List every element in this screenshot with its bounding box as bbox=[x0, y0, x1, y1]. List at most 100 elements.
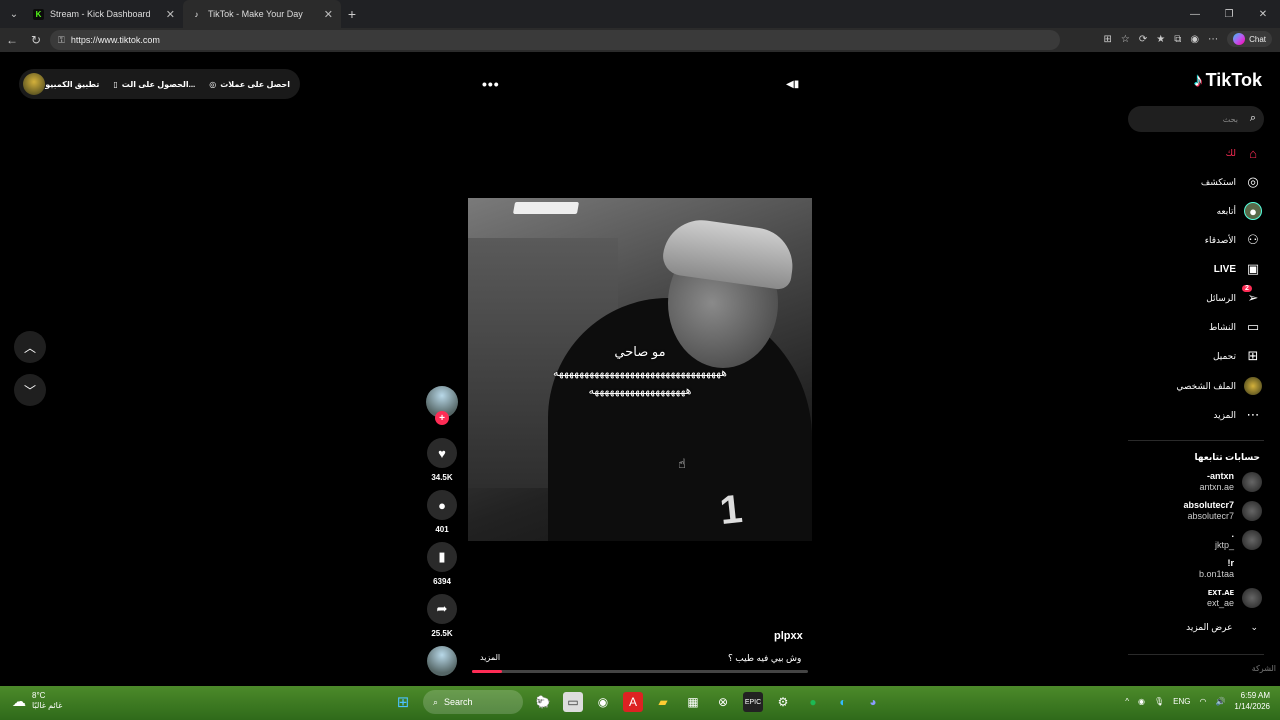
user-avatar[interactable] bbox=[23, 73, 45, 95]
favorites-icon[interactable]: ★ bbox=[1156, 34, 1165, 45]
sidebar-item-label: المزيد bbox=[1213, 409, 1236, 420]
tray-app-icon[interactable]: ◉ bbox=[1138, 697, 1145, 706]
comment-button[interactable]: ● 401 bbox=[425, 490, 459, 534]
share-button[interactable]: ➦ 25.5K bbox=[425, 594, 459, 638]
file-explorer-icon[interactable]: ▰ bbox=[653, 692, 673, 712]
taskbar-search[interactable]: ⌕ Search bbox=[423, 690, 523, 714]
sidebar-item-label: تحميل bbox=[1212, 350, 1236, 361]
like-count: 34.5K bbox=[431, 473, 453, 482]
sidebar-item-profile[interactable]: الملف الشخصي bbox=[1102, 375, 1262, 397]
split-screen-icon[interactable]: ⊞ bbox=[1104, 34, 1112, 45]
tab-list-button[interactable]: ⌄ bbox=[3, 4, 25, 24]
widget-icon[interactable]: 🐑 bbox=[533, 692, 553, 712]
sidebar-item-explore[interactable]: استكشف ◎ bbox=[1102, 171, 1262, 193]
coin-icon: ◎ bbox=[209, 79, 217, 89]
steam-icon[interactable]: ⚙ bbox=[773, 692, 793, 712]
windows-start-icon[interactable]: ⊞ bbox=[393, 692, 413, 712]
tiktok-logo[interactable]: ♪ TikTok bbox=[1194, 70, 1262, 91]
close-icon[interactable]: ✕ bbox=[324, 8, 333, 21]
sidebar-item-for-you[interactable]: لك ⌂ bbox=[1102, 142, 1262, 164]
obs-icon[interactable]: ◉ bbox=[593, 692, 613, 712]
back-icon[interactable]: ← bbox=[0, 33, 24, 47]
copilot-chat-button[interactable]: Chat bbox=[1227, 31, 1272, 47]
chevron-up-icon[interactable]: ^ bbox=[1125, 697, 1129, 706]
video-description: وش بيي فيه طيب ؟ bbox=[728, 653, 802, 663]
get-coins-label: احصل على عملات bbox=[220, 79, 290, 89]
like-button[interactable]: ♥ 34.5K bbox=[425, 438, 459, 482]
sidebar-item-more[interactable]: المزيد ⋯ bbox=[1102, 404, 1262, 426]
restore-button[interactable]: ❐ bbox=[1212, 0, 1246, 28]
sidebar-item-label: الملف الشخصي bbox=[1176, 380, 1236, 391]
new-tab-button[interactable]: + bbox=[341, 6, 363, 22]
followed-account[interactable]: -antxn antxn.ae bbox=[1122, 468, 1262, 496]
followed-account[interactable]: ᴇxᴛ.ᴀᴇ ext_ae bbox=[1122, 584, 1262, 612]
sidebar-item-following[interactable]: أتابعه ● bbox=[1102, 200, 1262, 222]
search-input[interactable]: بحث ⌕ bbox=[1128, 106, 1264, 132]
previous-video-button[interactable]: ︿ bbox=[14, 331, 46, 363]
close-icon[interactable]: ✕ bbox=[166, 8, 175, 21]
chevron-down-icon: ﹀ bbox=[23, 383, 36, 398]
sidebar-item-activity[interactable]: النشاط ▭ bbox=[1102, 316, 1262, 338]
follow-plus-icon[interactable]: + bbox=[435, 411, 449, 425]
system-tray: ^ ◉ 🎙 ENG ◠ 🔊 6:59 AM 1/14/2026 bbox=[1125, 690, 1270, 712]
sound-avatar-button[interactable] bbox=[425, 646, 459, 676]
video-player[interactable]: 1 مو صاحي هههههههههههههههههههههههههههههه… bbox=[468, 198, 812, 541]
account-name: . bbox=[1231, 529, 1234, 539]
microphone-icon[interactable]: 🎙 bbox=[1154, 697, 1164, 706]
minimize-button[interactable]: — bbox=[1178, 0, 1212, 28]
video-progress-bar[interactable] bbox=[472, 670, 808, 673]
discord-icon[interactable]: ◕ bbox=[863, 692, 883, 712]
store-icon[interactable]: ▦ bbox=[683, 692, 703, 712]
epic-games-icon[interactable]: EPIC bbox=[743, 692, 763, 712]
video-options-icon[interactable]: ••• bbox=[482, 76, 500, 92]
close-window-button[interactable]: ✕ bbox=[1246, 0, 1280, 28]
tab-kick[interactable]: K Stream - Kick Dashboard ✕ bbox=[25, 0, 183, 28]
tab-bar: ⌄ K Stream - Kick Dashboard ✕ ♪ TikTok -… bbox=[0, 0, 1280, 28]
language-indicator[interactable]: ENG bbox=[1173, 697, 1190, 706]
tiktok-icon: ♪ bbox=[1193, 70, 1203, 90]
next-video-button[interactable]: ﹀ bbox=[14, 374, 46, 406]
task-view-icon[interactable]: ▭ bbox=[563, 692, 583, 712]
account-name: !r bbox=[1227, 558, 1235, 568]
wifi-icon[interactable]: ◠ bbox=[1199, 697, 1206, 706]
edge-icon[interactable]: ◐ bbox=[833, 692, 853, 712]
company-link[interactable]: الشركة bbox=[1252, 664, 1276, 673]
compass-icon: ◎ bbox=[1247, 174, 1259, 189]
volume-icon[interactable]: ◀▮ bbox=[786, 79, 799, 91]
sidebar-item-friends[interactable]: الأصدقاء ⚇ bbox=[1102, 229, 1262, 251]
comment-icon: ● bbox=[427, 490, 457, 520]
sidebar-item-label: LIVE bbox=[1213, 263, 1236, 275]
weather-widget[interactable]: ☁ 8°C غائم غالبًا bbox=[12, 691, 62, 711]
sidebar-item-upload[interactable]: تحميل ⊞ bbox=[1102, 345, 1262, 367]
extensions-icon[interactable]: ⟳ bbox=[1139, 34, 1147, 45]
spotify-icon[interactable]: ● bbox=[803, 692, 823, 712]
sidebar-item-messages[interactable]: الرسائل ➢ 2 bbox=[1102, 285, 1262, 309]
see-more-link[interactable]: عرض المزيد ⌄ bbox=[1186, 622, 1258, 633]
more-description-link[interactable]: المزيد bbox=[480, 653, 500, 662]
site-info-icon[interactable]: ⚿ bbox=[58, 35, 65, 46]
search-icon[interactable]: ⌕ bbox=[1250, 112, 1256, 125]
refresh-icon[interactable]: ↻ bbox=[24, 33, 48, 47]
account-handle: ext_ae bbox=[1206, 598, 1234, 608]
get-app-link[interactable]: ▯ الحصول على الت... bbox=[113, 80, 195, 89]
speaker-icon[interactable]: 🔊 bbox=[1215, 697, 1225, 706]
menu-dots-icon[interactable]: ⋯ bbox=[1208, 34, 1218, 45]
followed-account[interactable]: !r b.on1taa bbox=[1122, 555, 1262, 583]
window-controls: — ❐ ✕ bbox=[1178, 0, 1280, 28]
video-author[interactable]: plpxx bbox=[774, 630, 803, 642]
save-button[interactable]: ▮ 6394 bbox=[425, 542, 459, 586]
followed-account[interactable]: . jktp_ bbox=[1122, 526, 1262, 554]
url-field[interactable]: ⚿ https://www.tiktok.com bbox=[50, 30, 1060, 50]
creator-avatar-button[interactable]: + bbox=[425, 386, 459, 425]
collections-icon[interactable]: ⧉ bbox=[1174, 34, 1181, 45]
sidebar-item-live[interactable]: LIVE ▣ bbox=[1102, 258, 1262, 280]
xbox-icon[interactable]: ⊗ bbox=[713, 692, 733, 712]
tab-tiktok[interactable]: ♪ TikTok - Make Your Day ✕ bbox=[183, 0, 341, 28]
clock[interactable]: 6:59 AM 1/14/2026 bbox=[1234, 690, 1270, 712]
get-coins-link[interactable]: ◎ احصل على عملات bbox=[209, 80, 290, 89]
profile-avatar-icon[interactable]: ◉ bbox=[1190, 34, 1199, 45]
followed-account[interactable]: absolutecr7 absolutecr7 bbox=[1122, 497, 1262, 525]
adobe-icon[interactable]: A bbox=[623, 692, 643, 712]
favorite-star-icon[interactable]: ☆ bbox=[1121, 34, 1130, 45]
avatar bbox=[1242, 501, 1262, 521]
